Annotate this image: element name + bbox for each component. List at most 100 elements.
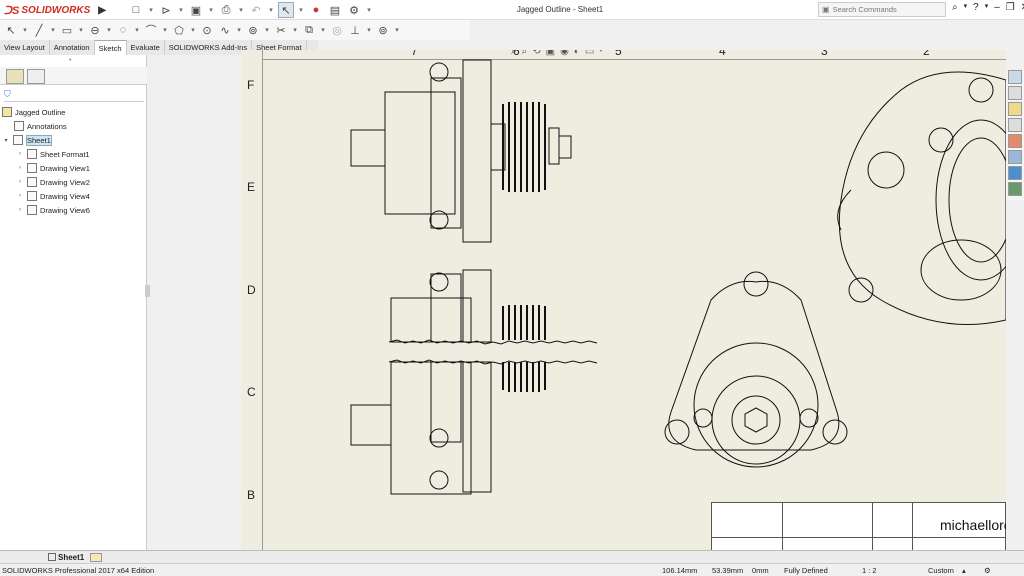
chevron-down-icon[interactable]: ▾ bbox=[235, 22, 243, 38]
tree-item[interactable]: › Drawing View4 bbox=[2, 189, 145, 203]
tree-filter[interactable]: ⛉ bbox=[4, 88, 144, 102]
ellipse-icon[interactable]: ⊙ bbox=[199, 22, 215, 38]
status-units[interactable]: Custom bbox=[928, 566, 954, 575]
file-explorer-icon[interactable] bbox=[1008, 102, 1022, 116]
chevron-down-icon[interactable]: ▾ bbox=[319, 22, 327, 38]
property-manager-tab-icon[interactable] bbox=[27, 69, 45, 84]
chevron-down-icon[interactable]: ▾ bbox=[365, 22, 373, 38]
feature-manager-tab-icon[interactable] bbox=[6, 69, 24, 84]
chevron-down-icon[interactable]: ▾ bbox=[177, 2, 185, 18]
spline-icon[interactable]: ∿ bbox=[217, 22, 233, 38]
solidworks-logo[interactable]: ᑐS SOLIDWORKS ▶ bbox=[4, 3, 106, 17]
tree-item[interactable]: › Drawing View2 bbox=[2, 175, 145, 189]
drawing-view-6[interactable] bbox=[837, 71, 1006, 325]
solidworks-resources-icon[interactable] bbox=[1008, 70, 1022, 84]
drawing-view-2[interactable] bbox=[350, 269, 598, 495]
design-library-icon[interactable] bbox=[1008, 86, 1022, 100]
chevron-down-icon[interactable]: ▾ bbox=[297, 2, 305, 18]
panel-collapse-handle[interactable] bbox=[145, 285, 150, 297]
expand-icon[interactable]: › bbox=[16, 193, 24, 199]
tree-root-label: Jagged Outline bbox=[15, 107, 66, 117]
chevron-down-icon[interactable]: ▾ bbox=[133, 22, 141, 38]
panel-grip-icon[interactable]: • bbox=[69, 57, 71, 64]
tab-annotation[interactable]: Annotation bbox=[50, 40, 95, 55]
save-icon[interactable]: ▣ bbox=[188, 2, 204, 18]
chevron-down-icon[interactable]: ▾ bbox=[291, 22, 299, 38]
tree-item[interactable]: › Drawing View1 bbox=[2, 161, 145, 175]
polygon-icon[interactable]: ⬠ bbox=[171, 22, 187, 38]
customize-icon[interactable]: ⚙ bbox=[984, 566, 991, 575]
tab-solidworks-add-ins[interactable]: SOLIDWORKS Add-Ins bbox=[165, 40, 253, 55]
menu-expand-icon[interactable]: ▶ bbox=[98, 5, 106, 16]
tab-view-layout[interactable]: View Layout bbox=[0, 40, 50, 55]
drawing-view-1[interactable] bbox=[350, 59, 572, 243]
chevron-down-icon[interactable]: ▾ bbox=[365, 2, 373, 18]
tree-item[interactable]: › Drawing View6 bbox=[2, 203, 145, 217]
expand-icon[interactable]: › bbox=[16, 179, 24, 185]
file-properties-icon[interactable]: ▤ bbox=[327, 2, 343, 18]
smart-dimension-icon[interactable]: ↖ bbox=[3, 22, 19, 38]
rectangle-icon[interactable]: ▭ bbox=[59, 22, 75, 38]
chevron-down-icon[interactable]: ▾ bbox=[393, 22, 401, 38]
status-bar: SOLIDWORKS Professional 2017 x64 Edition… bbox=[0, 563, 1024, 576]
custom-properties-icon[interactable] bbox=[1008, 150, 1022, 164]
chevron-down-icon[interactable]: ▾ bbox=[21, 22, 29, 38]
tree-annotations[interactable]: Annotations bbox=[2, 119, 145, 133]
chevron-up-icon[interactable]: ▴ bbox=[962, 566, 966, 575]
tab-evaluate[interactable]: Evaluate bbox=[127, 40, 165, 55]
chevron-down-icon[interactable]: ▾ bbox=[49, 22, 57, 38]
chevron-down-icon[interactable]: ▾ bbox=[105, 22, 113, 38]
arc-icon[interactable]: ⌒ bbox=[143, 22, 159, 38]
circle-icon[interactable]: ◌ bbox=[115, 22, 131, 38]
help-icon[interactable]: ? bbox=[973, 2, 979, 13]
tree-root[interactable]: Jagged Outline bbox=[2, 105, 145, 119]
chevron-down-icon[interactable]: ▾ bbox=[985, 2, 989, 13]
chevron-down-icon[interactable]: ▾ bbox=[964, 2, 968, 13]
new-document-icon[interactable]: □ bbox=[128, 2, 144, 18]
chevron-down-icon[interactable]: ▾ bbox=[207, 2, 215, 18]
chevron-down-icon[interactable]: ▾ bbox=[189, 22, 197, 38]
tab-sketch[interactable]: Sketch bbox=[94, 40, 127, 55]
options-gear-icon[interactable]: ⚙ bbox=[346, 2, 362, 18]
relations-icon[interactable]: ⊥ bbox=[347, 22, 363, 38]
expand-icon[interactable]: › bbox=[16, 207, 24, 213]
status-scale[interactable]: 1 : 2 bbox=[862, 566, 877, 575]
print-icon[interactable]: ⎙ bbox=[218, 2, 234, 18]
appearances-icon[interactable] bbox=[1008, 134, 1022, 148]
chevron-down-icon[interactable]: ▾ bbox=[77, 22, 85, 38]
point-icon[interactable]: ⊚ bbox=[245, 22, 261, 38]
offset-icon[interactable]: ⧉ bbox=[301, 22, 317, 38]
expand-icon[interactable]: › bbox=[16, 165, 24, 171]
tree-sheet[interactable]: ▾ Sheet1 bbox=[2, 133, 145, 147]
search-icon[interactable]: ⌕ bbox=[952, 2, 958, 13]
line-icon[interactable]: ╱ bbox=[31, 22, 47, 38]
expand-icon[interactable]: › bbox=[16, 151, 24, 157]
chevron-down-icon[interactable]: ▾ bbox=[237, 2, 245, 18]
tree-item[interactable]: › Sheet Format1 bbox=[2, 147, 145, 161]
repair-sketch-icon[interactable]: ⊚ bbox=[375, 22, 391, 38]
add-sheet-icon[interactable] bbox=[90, 552, 103, 562]
restore-icon[interactable]: ❐ bbox=[1006, 2, 1015, 13]
chevron-down-icon[interactable]: ▾ bbox=[263, 22, 271, 38]
chevron-down-icon[interactable]: ▾ bbox=[147, 2, 155, 18]
search-commands-box[interactable]: ▣ Search Commands bbox=[818, 2, 946, 17]
open-icon[interactable]: ⊳ bbox=[158, 2, 174, 18]
minimize-icon[interactable]: – bbox=[994, 2, 1000, 13]
title-block-grid bbox=[712, 537, 1006, 538]
close-icon[interactable] bbox=[1008, 166, 1022, 180]
traffic-light-icon[interactable]: ● bbox=[308, 2, 324, 18]
collapse-icon[interactable]: ▾ bbox=[2, 137, 10, 144]
chevron-down-icon[interactable]: ▾ bbox=[267, 2, 275, 18]
chevron-down-icon[interactable]: ▾ bbox=[161, 22, 169, 38]
view-palette-icon[interactable] bbox=[1008, 118, 1022, 132]
forum-icon[interactable] bbox=[1008, 182, 1022, 196]
slot-icon[interactable]: ⊖ bbox=[87, 22, 103, 38]
trim-icon[interactable]: ✂ bbox=[273, 22, 289, 38]
drawing-canvas[interactable]: 7 6 5 4 3 2 F E D C B ⌕ ⌕ ⟲ ▣ ◉ ◐ ▭ ▾ mi… bbox=[241, 50, 1006, 552]
select-icon[interactable]: ↖ bbox=[278, 2, 294, 18]
construction-icon[interactable]: ◎ bbox=[329, 22, 345, 38]
drawing-view-4[interactable] bbox=[664, 271, 848, 468]
sheet-tab[interactable]: Sheet1 bbox=[48, 553, 84, 562]
search-commands-input[interactable]: Search Commands bbox=[833, 5, 897, 14]
undo-icon[interactable]: ↶ bbox=[248, 2, 264, 18]
